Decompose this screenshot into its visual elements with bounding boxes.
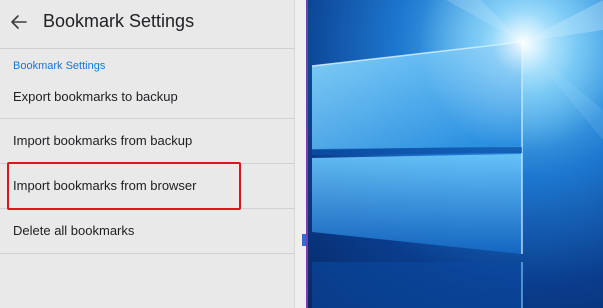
import-backup-item[interactable]: Import bookmarks from backup: [0, 119, 295, 163]
desktop-wallpaper: [306, 0, 603, 308]
windows-logo-wallpaper: [306, 0, 603, 308]
window-gap: [295, 0, 306, 308]
section-header: Bookmark Settings: [13, 60, 106, 72]
export-bookmarks-label: Export bookmarks to backup: [13, 89, 178, 104]
divider: [0, 253, 295, 254]
arrow-back-icon[interactable]: [9, 12, 29, 32]
page-title: Bookmark Settings: [43, 11, 195, 31]
highlight-annotation: [7, 162, 241, 210]
delete-bookmarks-label: Delete all bookmarks: [13, 223, 135, 238]
export-bookmarks-item[interactable]: Export bookmarks to backup: [0, 88, 295, 116]
import-backup-label: Import bookmarks from backup: [13, 133, 193, 148]
settings-panel: Bookmark Settings Bookmark Settings Expo…: [0, 0, 295, 308]
window-border: [306, 0, 308, 308]
delete-bookmarks-item[interactable]: Delete all bookmarks: [0, 209, 295, 253]
app-bar: Bookmark Settings: [0, 0, 295, 49]
